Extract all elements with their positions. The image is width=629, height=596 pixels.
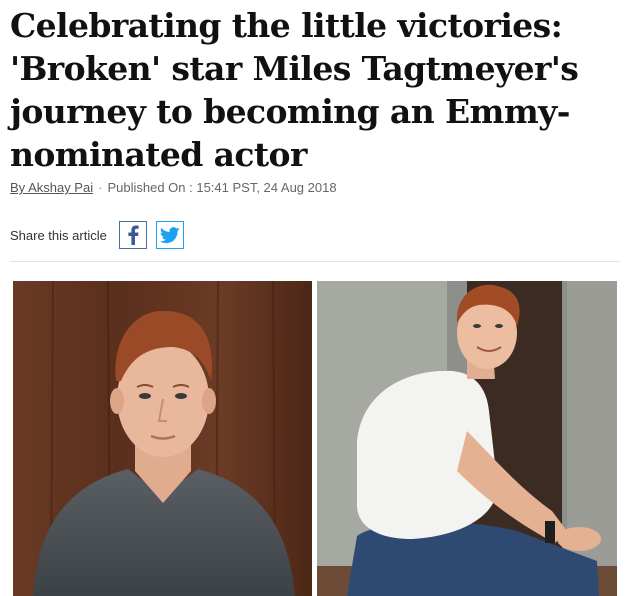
article-meta: By Akshay Pai · Published On : 15:41 PST, …	[10, 180, 337, 195]
facebook-share-button[interactable]	[118, 221, 147, 249]
author-link[interactable]: By Akshay Pai	[10, 180, 93, 195]
twitter-icon	[159, 226, 180, 243]
actor-photo-left	[13, 281, 312, 596]
meta-separator: ·	[98, 180, 103, 195]
actor-photo-left-image	[13, 281, 312, 596]
article-headline: Celebrating the little victories: 'Broke…	[10, 6, 579, 174]
actor-photo-right	[317, 281, 617, 596]
article: Celebrating the little victories: 'Broke…	[0, 0, 629, 596]
share-bar: Share this article	[10, 221, 193, 249]
actor-photo-right-image	[317, 281, 617, 596]
twitter-share-button[interactable]	[155, 221, 184, 249]
share-label: Share this article	[10, 227, 107, 243]
published-date: Published On : 15:41 PST, 24 Aug 2018	[107, 180, 337, 195]
facebook-icon	[128, 225, 139, 245]
header-divider	[10, 261, 620, 262]
